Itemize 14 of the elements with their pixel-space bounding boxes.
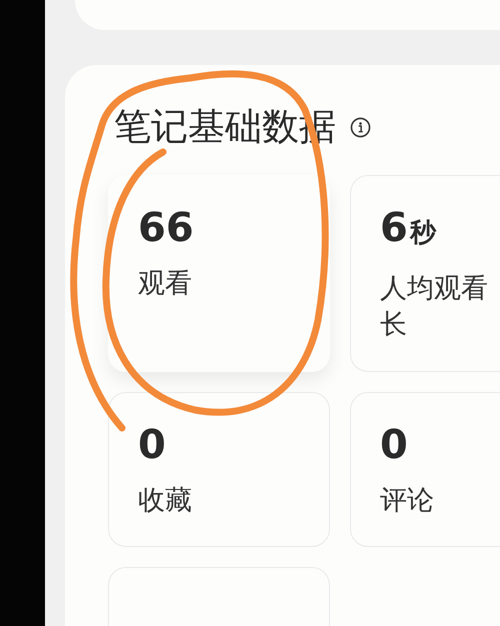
stat-value: 6秒 <box>380 204 438 253</box>
stat-tile[interactable]: 66 观看 <box>108 175 330 372</box>
info-icon[interactable] <box>350 116 371 138</box>
stat-value: 0 <box>380 421 409 470</box>
stat-label: 评论 <box>380 484 435 518</box>
stat-label: 人均观看 <box>380 272 489 306</box>
stat-label: 观看 <box>138 267 193 301</box>
stat-value: 66 <box>138 204 195 253</box>
stat-label: 收藏 <box>138 484 193 518</box>
stat-value: 0 <box>138 421 167 470</box>
stat-tile[interactable]: 6秒 人均观看 长 <box>350 175 500 372</box>
stat-label: 长 <box>380 308 408 342</box>
stat-tile[interactable]: 0 收藏 <box>108 392 330 547</box>
stat-tile[interactable]: 0 评论 <box>350 392 500 547</box>
